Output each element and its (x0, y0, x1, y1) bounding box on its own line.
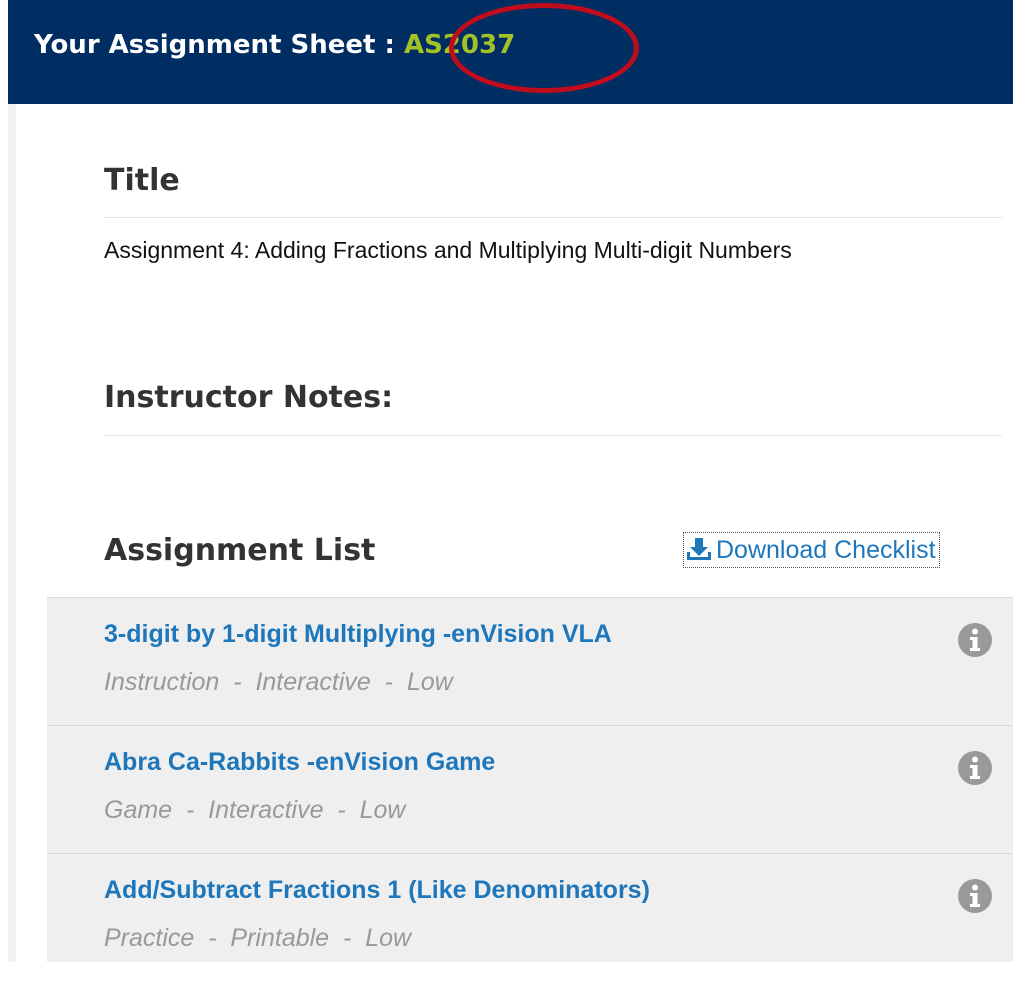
download-checklist-label: Download Checklist (716, 536, 936, 564)
assignment-list-heading: Assignment List (104, 533, 376, 568)
header-title: Your Assignment Sheet : AS2037 (34, 30, 515, 60)
list-item: 3-digit by 1-digit Multiplying -enVision… (47, 597, 1013, 725)
assignment-title: Assignment 4: Adding Fractions and Multi… (104, 237, 792, 263)
assignment-meta: Practice - Printable - Low (104, 924, 412, 952)
title-heading: Title (104, 163, 180, 198)
highlight-circle-annotation (449, 3, 639, 93)
title-divider (104, 217, 1002, 218)
assignment-link[interactable]: Add/Subtract Fractions 1 (Like Denominat… (104, 876, 650, 905)
info-icon[interactable] (957, 622, 993, 658)
notes-divider (104, 435, 1002, 436)
assignment-meta: Instruction - Interactive - Low (104, 668, 453, 696)
assignment-link[interactable]: Abra Ca-Rabbits -enVision Game (104, 748, 495, 777)
info-icon[interactable] (957, 878, 993, 914)
left-border (8, 104, 16, 962)
download-icon (687, 538, 711, 560)
download-checklist-link[interactable]: Download Checklist (683, 532, 940, 568)
header-label: Your Assignment Sheet : (34, 30, 404, 60)
list-item: Abra Ca-Rabbits -enVision Game Game - In… (47, 725, 1013, 853)
assignment-list: 3-digit by 1-digit Multiplying -enVision… (47, 597, 1013, 962)
instructor-notes-heading: Instructor Notes: (104, 380, 394, 415)
info-icon[interactable] (957, 750, 993, 786)
assignment-meta: Game - Interactive - Low (104, 796, 406, 824)
assignment-link[interactable]: 3-digit by 1-digit Multiplying -enVision… (104, 620, 612, 649)
